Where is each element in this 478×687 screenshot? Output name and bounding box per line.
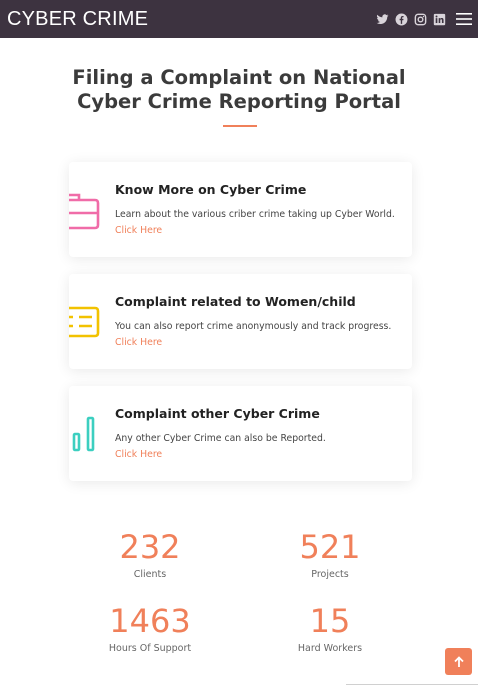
- title-line-2: Cyber Crime Reporting Portal: [77, 90, 401, 113]
- twitter-icon[interactable]: [376, 13, 389, 26]
- stat-projects: 521 Projects: [250, 528, 410, 580]
- stat-label: Hard Workers: [297, 643, 363, 654]
- card-text: You can also report crime anonymously an…: [115, 321, 392, 332]
- card-text: Learn about the various criber crime tak…: [115, 209, 395, 220]
- card-link[interactable]: Click Here: [115, 225, 162, 236]
- facebook-icon[interactable]: [395, 13, 408, 26]
- stat-label: Clients: [133, 569, 167, 580]
- back-to-top-button[interactable]: [445, 648, 472, 675]
- stat-value: 521: [299, 528, 361, 566]
- card-link[interactable]: Click Here: [115, 449, 162, 460]
- stat-value: 232: [119, 528, 181, 566]
- card-know-more: Know More on Cyber Crime Learn about the…: [69, 162, 412, 257]
- card-other-crime: Complaint other Cyber Crime Any other Cy…: [69, 386, 412, 481]
- stat-label: Hours Of Support: [108, 643, 192, 654]
- card-heading: Know More on Cyber Crime: [115, 182, 307, 197]
- briefcase-icon: [69, 192, 109, 232]
- title-line-1: Filing a Complaint on National: [72, 66, 406, 89]
- instagram-icon[interactable]: [414, 13, 427, 26]
- card-heading: Complaint other Cyber Crime: [115, 406, 320, 421]
- stat-hours-support: 1463 Hours Of Support: [70, 602, 230, 654]
- card-text: Any other Cyber Crime can also be Report…: [115, 433, 326, 444]
- arrow-up-icon: [453, 655, 464, 667]
- stat-value: 1463: [109, 602, 191, 640]
- social-links: [376, 12, 472, 26]
- stat-clients: 232 Clients: [70, 528, 230, 580]
- card-link[interactable]: Click Here: [115, 337, 162, 348]
- bottom-divider: [346, 684, 478, 685]
- page-title: Filing a Complaint on National Cyber Cri…: [0, 66, 478, 114]
- stat-hard-workers: 15 Hard Workers: [250, 602, 410, 654]
- stat-label: Projects: [311, 569, 349, 580]
- top-navbar: CYBER CRIME: [0, 0, 478, 38]
- hamburger-menu-icon[interactable]: [456, 12, 472, 26]
- linkedin-icon[interactable]: [433, 13, 446, 26]
- card-text-icon: [69, 304, 109, 344]
- stat-value: 15: [309, 602, 351, 640]
- card-women-child: Complaint related to Women/child You can…: [69, 274, 412, 369]
- title-divider: [223, 125, 257, 127]
- bar-chart-icon: [69, 416, 109, 456]
- brand-logo[interactable]: CYBER CRIME: [7, 8, 148, 31]
- card-heading: Complaint related to Women/child: [115, 294, 356, 309]
